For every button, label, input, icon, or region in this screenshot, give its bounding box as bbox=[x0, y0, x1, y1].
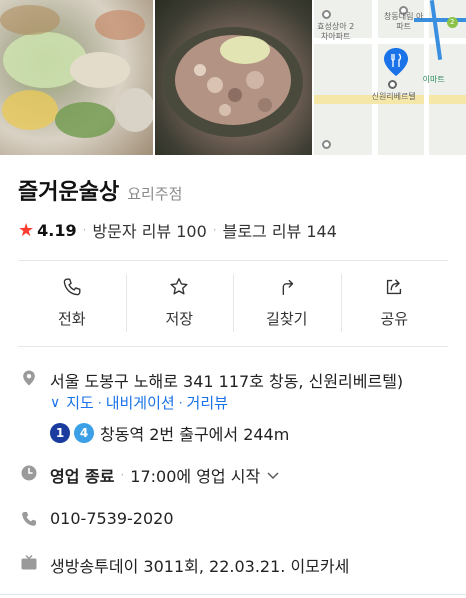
map-label-hyosung: 효성상아 2차아파트 bbox=[317, 22, 355, 41]
location-icon bbox=[23, 370, 35, 386]
phone-icon bbox=[22, 512, 36, 526]
phone-number[interactable]: 010-7539-2020 bbox=[50, 509, 174, 528]
address-text: 서울 도봉구 노해로 341 117호 창동, 신원리베르텔) bbox=[50, 372, 404, 391]
poi-marker bbox=[321, 10, 331, 19]
rating-score: 4.19 bbox=[37, 220, 77, 240]
hours-next: 17:00에 영업 시작 bbox=[130, 467, 261, 486]
action-bar: 전화 저장 길찾기 공유 bbox=[18, 262, 448, 346]
chevron-down-icon: ∨ bbox=[50, 394, 61, 411]
map-preview[interactable]: 2 창동대림 아파트 효성상아 2차아파트 신원리베르텔 이마트 bbox=[313, 0, 466, 155]
tv-icon bbox=[21, 554, 37, 570]
map-label-sinwon: 신원리베르텔 bbox=[371, 92, 416, 101]
octopus-photo[interactable] bbox=[155, 0, 312, 155]
separator-dot: · bbox=[82, 223, 87, 237]
poi-marker bbox=[387, 80, 397, 89]
divider bbox=[18, 346, 448, 347]
star-icon bbox=[170, 278, 188, 295]
subway-line-4-badge: 4 bbox=[74, 423, 94, 443]
hours-status: 영업 종료 bbox=[50, 467, 115, 486]
map-label-emart: 이마트 bbox=[422, 75, 445, 84]
street-view-link[interactable]: 거리뷰 bbox=[187, 392, 228, 413]
share-button[interactable]: 공유 bbox=[340, 262, 449, 346]
share-icon bbox=[387, 279, 402, 295]
directions-button[interactable]: 길찾기 bbox=[233, 262, 341, 346]
subway-line-1-badge: 1 bbox=[50, 423, 70, 443]
metro-line-badge: 2 bbox=[446, 17, 458, 28]
visitor-review-link[interactable]: 방문자 리뷰 100 bbox=[92, 218, 206, 242]
photo-strip[interactable]: 2 창동대림 아파트 효성상아 2차아파트 신원리베르텔 이마트 bbox=[0, 0, 466, 155]
separator-dot: · bbox=[178, 395, 183, 410]
divider bbox=[18, 260, 448, 261]
chevron-down-icon[interactable] bbox=[266, 468, 280, 482]
hours-info: 영업 종료 · 17:00에 영업 시작 bbox=[50, 463, 280, 487]
call-label: 전화 bbox=[57, 310, 86, 328]
place-category: 요리주점 bbox=[127, 185, 183, 203]
octopus-photo-image bbox=[163, 27, 304, 137]
divider bbox=[0, 594, 466, 595]
tv-appearance: 생방송투데이 3011회, 22.03.21. 이모카세 bbox=[50, 557, 350, 576]
food-photo-image bbox=[0, 5, 154, 138]
blog-review-link[interactable]: 블로그 리뷰 144 bbox=[223, 218, 337, 242]
poi-marker bbox=[321, 140, 331, 149]
call-button[interactable]: 전화 bbox=[18, 262, 126, 346]
title-row: 즐거운술상 요리주점 bbox=[18, 174, 182, 206]
map-links: ∨ 지도 · 내비게이션 · 거리뷰 bbox=[50, 392, 228, 413]
share-label: 공유 bbox=[380, 310, 409, 328]
directions-icon bbox=[282, 279, 293, 296]
food-photo[interactable] bbox=[0, 0, 154, 155]
rating-star-icon: ★ bbox=[18, 219, 35, 241]
subway-text: 창동역 2번 출구에서 244m bbox=[100, 425, 290, 444]
rating-row: ★ 4.19 · 방문자 리뷰 100 · 블로그 리뷰 144 bbox=[18, 218, 337, 242]
subway-info: 1 4 창동역 2번 출구에서 244m bbox=[50, 421, 289, 445]
clock-icon bbox=[21, 465, 37, 481]
separator-dot: · bbox=[97, 395, 102, 410]
place-name: 즐거운술상 bbox=[18, 180, 120, 205]
directions-label: 길찾기 bbox=[266, 310, 308, 328]
navigation-link[interactable]: 내비게이션 bbox=[106, 392, 175, 413]
save-button[interactable]: 저장 bbox=[125, 262, 234, 346]
map-label-daerim: 창동대림 아파트 bbox=[384, 12, 424, 31]
phone-icon bbox=[63, 278, 81, 296]
separator-dot: · bbox=[120, 468, 125, 482]
save-label: 저장 bbox=[165, 310, 194, 328]
location-pin-icon bbox=[383, 48, 408, 76]
map-link[interactable]: 지도 bbox=[66, 392, 94, 413]
separator-dot: · bbox=[212, 223, 217, 237]
